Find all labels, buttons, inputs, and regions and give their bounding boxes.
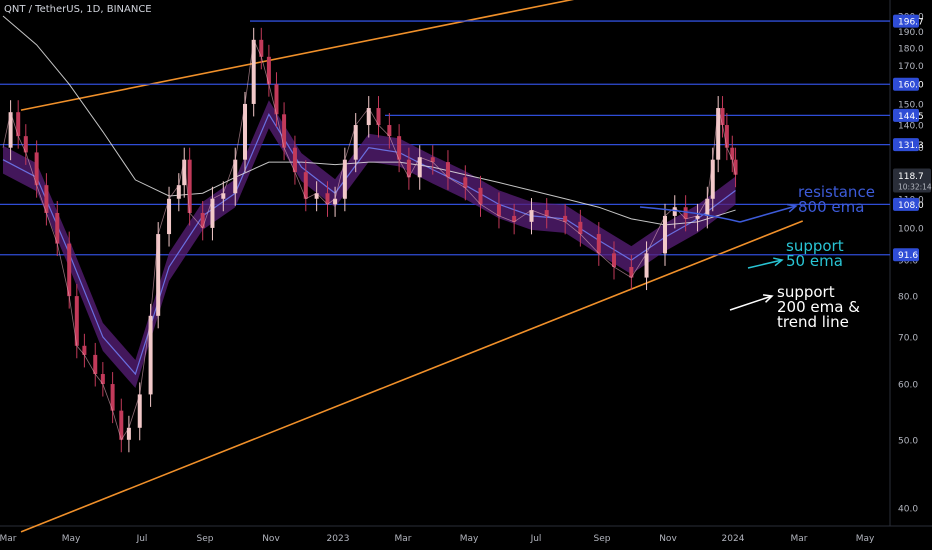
time-tick-label: May bbox=[460, 534, 479, 544]
level-price-tag-label: 108.0 bbox=[898, 201, 924, 211]
time-tick-label: May bbox=[62, 534, 81, 544]
price-chart[interactable]: 200.0190.0180.0170.0150.0140.0130.0120.0… bbox=[0, 0, 932, 550]
time-tick-label: Sep bbox=[594, 534, 611, 544]
time-tick-label: Mar bbox=[0, 534, 17, 544]
time-tick-label: Jul bbox=[136, 534, 148, 544]
resistance-annotation-line2: 800 ema bbox=[798, 198, 865, 216]
candle bbox=[445, 162, 450, 178]
candle bbox=[716, 108, 721, 160]
price-tick-label: 80.0 bbox=[898, 293, 918, 303]
symbol-title: QNT / TetherUS, 1D, BINANCE bbox=[4, 4, 152, 15]
time-tick-label: 2024 bbox=[722, 534, 745, 544]
candle bbox=[730, 147, 735, 160]
time-tick-label: Nov bbox=[659, 534, 677, 544]
candle bbox=[563, 215, 568, 222]
current-price-label: 118.7 bbox=[898, 172, 924, 182]
level-price-tag-label: 160.0 bbox=[898, 81, 924, 91]
time-tick-label: May bbox=[856, 534, 875, 544]
time-tick-label: Jul bbox=[530, 534, 542, 544]
resistance-annotation: resistance 800 ema bbox=[798, 185, 875, 215]
candle bbox=[578, 221, 583, 235]
candle bbox=[724, 125, 729, 148]
candle bbox=[611, 253, 616, 267]
price-tick-label: 50.0 bbox=[898, 436, 918, 446]
candle bbox=[710, 159, 715, 199]
price-tick-label: 140.0 bbox=[898, 122, 924, 132]
candle bbox=[663, 215, 667, 254]
price-tick-label: 100.0 bbox=[898, 224, 924, 234]
level-price-tag-label: 144.5 bbox=[898, 112, 924, 122]
candle bbox=[200, 212, 205, 228]
support-200-annotation-line3: trend line bbox=[777, 313, 849, 331]
candle bbox=[644, 253, 649, 278]
countdown-label: 10:32:14 bbox=[898, 182, 932, 191]
time-tick-label: 2023 bbox=[327, 534, 350, 544]
candle bbox=[187, 159, 192, 213]
time-tick-label: Nov bbox=[262, 534, 280, 544]
time-tick-label: Mar bbox=[395, 534, 412, 544]
candle bbox=[478, 187, 483, 205]
level-price-tag-label: 196.7 bbox=[898, 18, 924, 28]
candle bbox=[596, 234, 601, 254]
time-tick-label: Sep bbox=[197, 534, 214, 544]
price-tick-label: 170.0 bbox=[898, 62, 924, 72]
support-50-annotation: support 50 ema bbox=[786, 239, 844, 269]
chart-background bbox=[0, 0, 932, 550]
price-tick-label: 190.0 bbox=[898, 28, 924, 38]
price-tick-label: 180.0 bbox=[898, 45, 924, 55]
candle bbox=[463, 177, 468, 188]
candle bbox=[720, 108, 725, 126]
time-tick-label: Mar bbox=[791, 534, 808, 544]
price-tick-label: 70.0 bbox=[898, 333, 918, 343]
support-50-annotation-line2: 50 ema bbox=[786, 252, 843, 270]
level-price-tag-label: 131.3 bbox=[898, 141, 924, 151]
price-tick-label: 40.0 bbox=[898, 505, 918, 515]
candle bbox=[529, 210, 534, 222]
level-price-tag-label: 91.6 bbox=[898, 251, 918, 261]
support-200-annotation: support 200 ema & trend line bbox=[777, 285, 860, 330]
candle bbox=[496, 204, 501, 216]
price-tick-label: 60.0 bbox=[898, 381, 918, 391]
